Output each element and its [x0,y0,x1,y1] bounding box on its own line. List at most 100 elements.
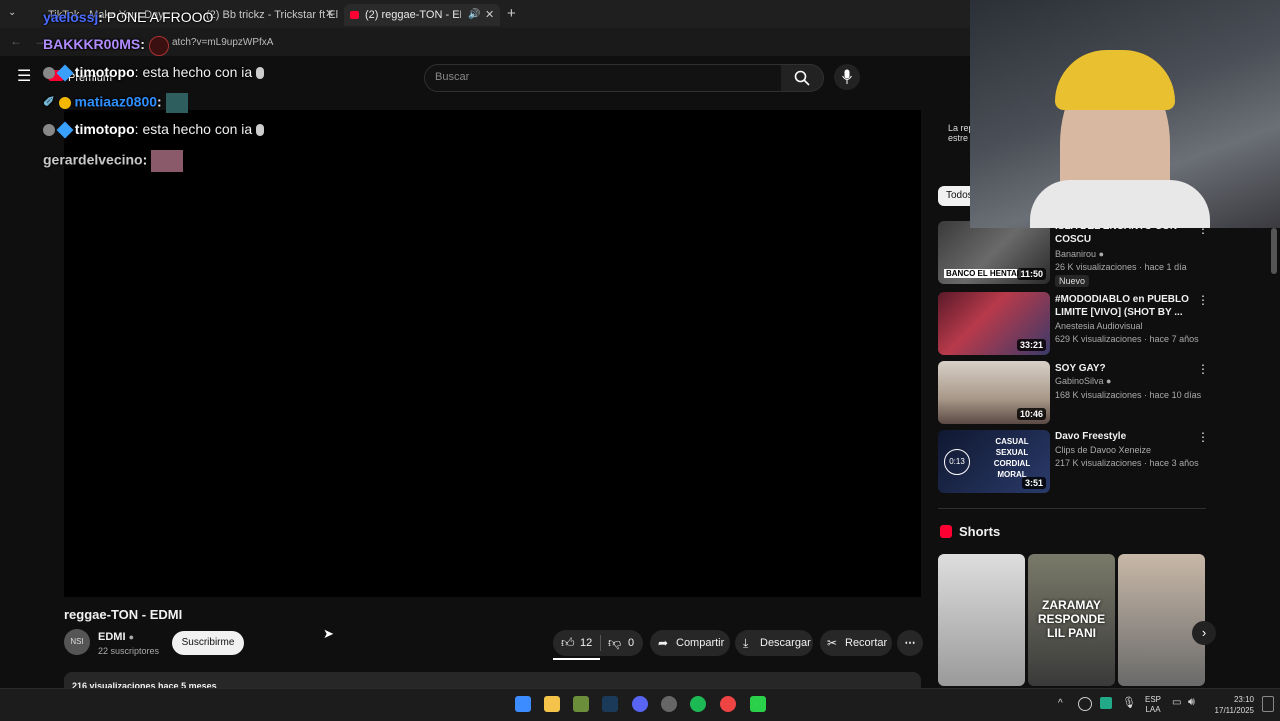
microphone-icon[interactable]: 🎙︎ [1122,696,1136,709]
minecraft-icon[interactable] [573,696,589,712]
scissors-icon: ✂ [827,636,838,650]
download-button[interactable]: ⤓ Descargar [735,630,813,656]
short-thumbnail[interactable]: ZARAMAY RESPONDE LIL PANI [1028,554,1115,686]
chat-username: matiaaz0800 [74,93,158,110]
thumbnail-text: BANCO EL HENTAI [944,269,1022,278]
file-explorer-icon[interactable] [544,696,560,712]
discord-icon[interactable] [632,696,648,712]
chat-username: yaelossj [43,9,99,25]
channel-name[interactable]: EDMI ● [98,631,134,643]
emote-icon [256,67,265,80]
video-thumbnail[interactable]: 33:21 [938,292,1050,355]
emote-icon [149,36,169,56]
mouse-cursor-icon: ➤ [323,626,334,641]
video-meta: 217 K visualizaciones · hace 3 años [1055,458,1199,468]
search-input[interactable]: Buscar [424,64,783,92]
tab-reggae-ton[interactable]: (2) reggae-TON - EDMI - Yo 🔊 ✕ [344,4,500,26]
chat-username: timotopo [74,121,135,137]
voice-search-button[interactable] [834,64,860,90]
close-icon[interactable]: ✕ [325,7,334,20]
badge-icon [58,97,71,109]
menu-icon[interactable]: ☰ [17,66,31,86]
chat-message: yaelossj: PONE A FROOO [43,9,214,25]
back-arrow-icon[interactable]: ← [10,34,22,48]
shorts-next-button[interactable]: › [1192,621,1216,645]
subscribe-button[interactable]: Suscribirme [172,631,244,655]
url-text[interactable]: atch?v=mL9upzWPfxA [172,37,273,48]
short-thumbnail[interactable] [938,554,1025,686]
timer-badge: 0:13 [944,449,970,475]
verified-icon: ● [1098,249,1104,259]
chat-text: esta hecho con ia [142,64,253,80]
clock[interactable]: 23:10 17/11/2025 [1208,694,1254,716]
short-thumbnail[interactable] [1118,554,1205,686]
duration-badge: 10:46 [1016,408,1046,420]
channel-name: GabinoSilva ● [1055,376,1112,386]
divider [938,508,1206,509]
emote-icon [151,150,184,172]
more-actions-button[interactable]: ⋯ [897,630,923,656]
chat-message: timotopo: esta hecho con ia [43,121,265,139]
tab-label: (2) Bb trickz - Trickstar ft El Bab [206,9,342,21]
video-title[interactable]: SOY GAY? [1055,362,1205,375]
channel-name: Clips de Davoo Xeneize [1055,445,1152,455]
video-title[interactable]: Davo Freestyle [1055,430,1205,443]
share-button[interactable]: ➦ Compartir [650,630,730,656]
badge-icon [43,67,55,80]
sync-icon[interactable] [1078,697,1092,711]
avatar[interactable]: NSI [64,629,90,655]
divider [600,635,601,651]
speaker-icon[interactable]: 🔊 [468,4,480,26]
close-icon[interactable]: ✕ [485,4,494,26]
shield-icon[interactable] [1100,697,1112,709]
chevron-up-icon[interactable]: ^ [1058,698,1063,709]
channel-name: Bananirou ● [1055,249,1104,259]
app-icon[interactable] [661,696,677,712]
notification-icon[interactable] [1262,696,1274,712]
address-bar: ← → atch?v=mL9upzWPfxA [0,28,970,56]
language-indicator[interactable]: ESP LAA [1145,695,1161,715]
chat-username: BAKKKR00MS [43,36,141,52]
chrome-icon[interactable] [720,696,736,712]
tab-search-icon[interactable]: ⌄ [8,7,16,18]
video-player[interactable] [64,110,921,597]
clip-button[interactable]: ✂ Recortar [820,630,892,656]
chat-text: esta hecho con ia [142,121,253,137]
video-meta: 26 K visualizaciones · hace 1 día [1055,262,1187,272]
clip-label: Recortar [845,637,888,649]
video-title[interactable]: #MODODIABLO en PUEBLO LIMITE [VIVO] (SHO… [1055,293,1205,319]
download-label: Descargar [760,637,811,649]
kick-icon[interactable] [750,696,766,712]
video-thumbnail[interactable]: 10:46 [938,361,1050,424]
new-tab-button[interactable]: + [507,5,516,22]
chat-message: gerardelvecino: [43,150,184,172]
more-options-icon[interactable]: ⋮ [1197,362,1209,376]
description-box[interactable]: 216 visualizaciones hace 5 meses [64,672,921,691]
streamer-shirt [1030,180,1210,228]
microphone-icon [842,69,852,84]
scrollbar-thumb[interactable] [1271,228,1277,274]
youtube-favicon-icon [350,11,359,19]
channel-name-text: EDMI [98,631,126,643]
more-options-icon[interactable]: ⋮ [1197,293,1209,307]
short-text: ZARAMAY RESPONDE LIL PANI [1037,598,1106,640]
video-thumbnail[interactable]: BANCO EL HENTAI 11:50 [938,221,1050,284]
search-button[interactable] [781,64,824,92]
verified-icon: ● [1106,376,1112,386]
verified-icon: ● [128,632,134,642]
dislike-button[interactable]: 👎︎ [608,630,621,656]
windows-start-icon[interactable] [515,696,531,712]
chat-message: timotopo: esta hecho con ia [43,64,265,82]
badge-icon [43,124,55,137]
spotify-icon[interactable] [690,696,706,712]
chat-text: PONE A FROOO [106,9,214,25]
tab-trickstar[interactable]: (2) Bb trickz - Trickstar ft El Bab [192,4,342,26]
steam-icon[interactable] [602,696,618,712]
video-meta: 629 K visualizaciones · hace 7 años [1055,334,1199,344]
video-thumbnail[interactable]: CASUAL SEXUAL CORDIAL MORAL 0:13 3:51 [938,430,1050,493]
like-button[interactable]: 👍︎ [561,630,575,656]
duration-badge: 33:21 [1016,339,1046,351]
monitor-icon[interactable]: ▭ [1172,697,1181,708]
more-options-icon[interactable]: ⋮ [1197,430,1209,444]
volume-icon[interactable]: 🔊︎ [1188,696,1195,709]
